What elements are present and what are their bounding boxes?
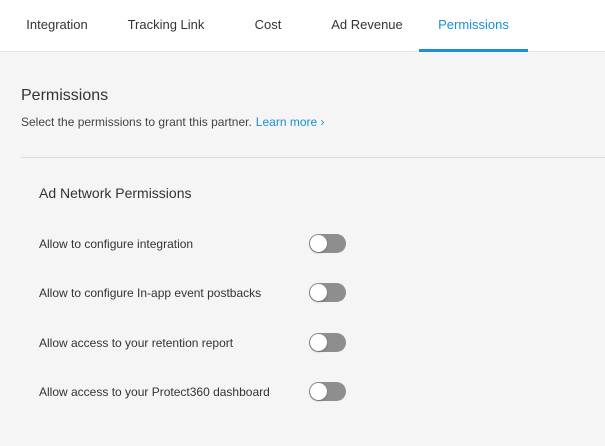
section-divider <box>21 157 605 158</box>
configure-integration-toggle[interactable] <box>309 234 346 253</box>
tab-tracking-link[interactable]: Tracking Link <box>118 0 214 52</box>
retention-report-toggle[interactable] <box>309 333 346 352</box>
permission-row-retention-report: Allow access to your retention report <box>39 332 359 356</box>
page-subtitle: Select the permissions to grant this par… <box>21 115 325 129</box>
permission-row-configure-integration: Allow to configure integration <box>39 233 359 257</box>
permission-label: Allow access to your Protect360 dashboar… <box>39 385 270 399</box>
permissions-panel: Permissions Select the permissions to gr… <box>0 57 605 446</box>
section-title: Ad Network Permissions <box>39 185 192 201</box>
inapp-postbacks-toggle[interactable] <box>309 283 346 302</box>
tab-cost[interactable]: Cost <box>242 0 294 52</box>
permission-label: Allow to configure In-app event postback… <box>39 286 262 300</box>
tab-bar: Integration Tracking Link Cost Ad Revenu… <box>0 0 605 52</box>
tab-ad-revenue[interactable]: Ad Revenue <box>322 0 412 52</box>
toggle-knob <box>310 284 327 301</box>
tab-permissions[interactable]: Permissions <box>419 0 528 52</box>
toggle-knob <box>310 235 327 252</box>
permission-row-protect360: Allow access to your Protect360 dashboar… <box>39 381 359 405</box>
permission-label: Allow to configure integration <box>39 237 194 251</box>
tab-integration[interactable]: Integration <box>14 0 100 52</box>
permission-row-inapp-postbacks: Allow to configure In-app event postback… <box>39 282 359 306</box>
toggle-knob <box>310 334 327 351</box>
subtitle-text: Select the permissions to grant this par… <box>21 115 252 129</box>
page-title: Permissions <box>21 87 109 104</box>
protect360-toggle[interactable] <box>309 382 346 401</box>
toggle-knob <box>310 383 327 400</box>
learn-more-link[interactable]: Learn more › <box>256 115 325 129</box>
permission-label: Allow access to your retention report <box>39 336 234 350</box>
